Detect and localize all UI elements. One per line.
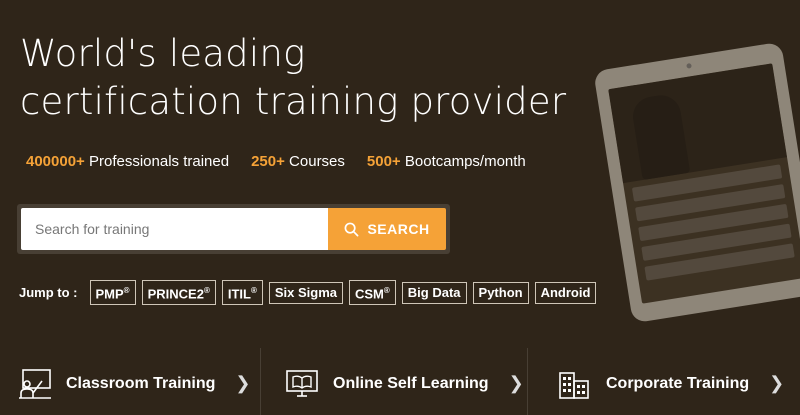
hero-title-line-2: certification training provider: [20, 80, 567, 123]
building-icon: [559, 371, 589, 399]
stat-number: 400000+: [26, 153, 85, 170]
video-preview: [608, 63, 788, 184]
stat-label: Bootcamps/month: [404, 153, 526, 170]
stat-bootcamps: 500+ Bootcamps/month: [367, 153, 526, 170]
tag-python[interactable]: Python: [472, 281, 529, 304]
stat-number: 500+: [366, 153, 401, 170]
tag-prince2[interactable]: PRINCE2®: [141, 280, 216, 306]
monitor-icon: [286, 369, 318, 397]
search-button[interactable]: SEARCH: [328, 208, 446, 250]
hero-title-line-1: World's leading: [20, 32, 306, 75]
classroom-icon: [19, 368, 51, 399]
stat-number: 250+: [251, 153, 285, 170]
tablet-illustration: [593, 41, 800, 324]
tag-pmp[interactable]: PMP®: [89, 280, 136, 306]
stat-professionals: 400000+ Professionals trained: [26, 153, 229, 170]
stat-label: Professionals trained: [89, 153, 230, 170]
hero-title: World's leading certification training p…: [20, 30, 566, 126]
nav-corporate-training[interactable]: Corporate Training ❯: [528, 348, 800, 415]
bottom-nav: Classroom Training ❯ Online Self Learnin…: [0, 348, 800, 415]
tag-big-data[interactable]: Big Data: [401, 281, 467, 304]
search-input[interactable]: [21, 208, 328, 250]
jump-to-bar: Jump to : PMP® PRINCE2® ITIL® Six Sigma …: [19, 280, 597, 306]
jump-to-label: Jump to :: [19, 285, 78, 301]
search-button-label: SEARCH: [367, 221, 430, 237]
chevron-right-icon: ❯: [235, 373, 251, 393]
chevron-right-icon: ❯: [508, 373, 524, 393]
search-icon: [345, 222, 359, 236]
nav-label: Corporate Training: [606, 374, 750, 392]
instructor-image: [630, 92, 691, 181]
stat-courses: 250+ Courses: [251, 153, 345, 170]
camera-icon: [686, 63, 692, 69]
nav-label: Classroom Training: [66, 374, 216, 392]
tag-csm[interactable]: CSM®: [349, 280, 396, 306]
nav-online-self-learning[interactable]: Online Self Learning ❯: [261, 348, 528, 415]
nav-classroom-training[interactable]: Classroom Training ❯: [0, 348, 261, 415]
tablet-screen: [608, 63, 800, 304]
tag-android[interactable]: Android: [534, 281, 597, 304]
nav-label: Online Self Learning: [333, 374, 489, 392]
chevron-right-icon: ❯: [769, 373, 785, 393]
tag-six-sigma[interactable]: Six Sigma: [268, 281, 343, 304]
tag-itil[interactable]: ITIL®: [221, 280, 263, 306]
stat-label: Courses: [289, 153, 345, 170]
search-bar: SEARCH: [17, 204, 450, 254]
stats-row: 400000+ Professionals trained 250+ Cours…: [26, 153, 526, 170]
